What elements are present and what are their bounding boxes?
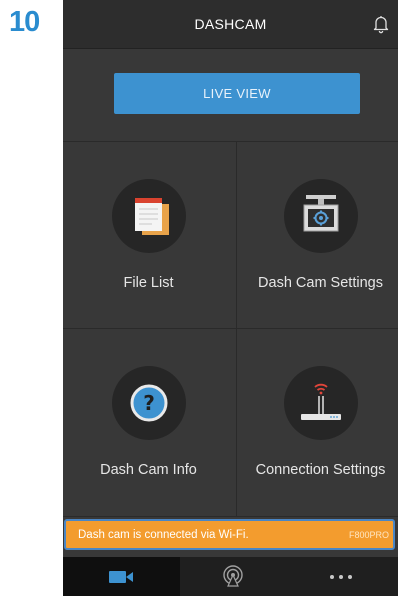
app-header: DASHCAM [63, 0, 398, 49]
file-list-tile[interactable]: File List [65, 142, 232, 329]
file-list-icon [135, 198, 169, 235]
dashcam-settings-icon [303, 195, 339, 232]
connection-settings-label: Connection Settings [255, 462, 386, 478]
grid-divider [63, 516, 398, 517]
svg-text:?: ? [143, 391, 155, 415]
dashcam-info-tile[interactable]: ? Dash Cam Info [65, 329, 232, 516]
dashcam-settings-icon-circle [284, 179, 358, 253]
file-list-icon-circle [112, 179, 186, 253]
device-model: F800PRO [348, 530, 389, 540]
nav-item-broadcast[interactable] [180, 557, 285, 596]
file-list-label: File List [123, 275, 174, 291]
connection-settings-icon-circle [284, 366, 358, 440]
phone-screen: DASHCAM LIVE VIEW File List Dash Cam Set… [63, 0, 398, 596]
step-number: 10 [9, 6, 40, 38]
live-view-button[interactable]: LIVE VIEW [114, 73, 360, 114]
connection-settings-tile[interactable]: Connection Settings [237, 329, 398, 516]
connection-status-bar: Dash cam is connected via Wi-Fi. F800PRO [64, 519, 395, 550]
more-dots-icon [330, 575, 352, 579]
nav-item-more[interactable] [285, 557, 398, 596]
dashcam-info-icon-circle: ? [112, 366, 186, 440]
bottom-nav [63, 557, 398, 596]
video-camera-icon [109, 571, 133, 583]
app-title: DASHCAM [194, 16, 267, 32]
dashcam-settings-tile[interactable]: Dash Cam Settings [237, 142, 398, 329]
info-question-icon: ? [130, 384, 168, 422]
dashcam-settings-label: Dash Cam Settings [258, 275, 383, 291]
broadcast-icon [223, 565, 243, 587]
status-message: Dash cam is connected via Wi-Fi. [78, 529, 249, 541]
dashcam-info-label: Dash Cam Info [100, 462, 197, 478]
nav-item-camera[interactable] [63, 557, 180, 596]
bell-icon[interactable] [372, 14, 390, 34]
wifi-router-icon [301, 383, 341, 420]
